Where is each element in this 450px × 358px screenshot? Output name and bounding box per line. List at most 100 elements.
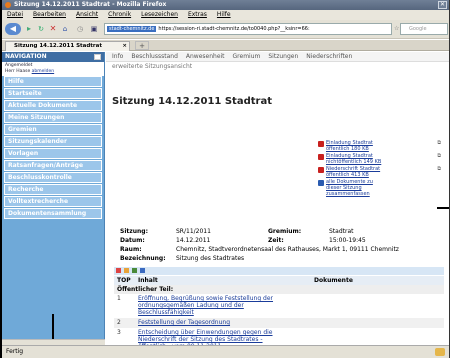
raum-label: Raum: <box>120 246 142 253</box>
sidebar-item-gremien[interactable]: Gremien <box>4 124 102 135</box>
agenda-link[interactable]: Eröffnung, Begrüßung sowie Feststellung … <box>138 295 278 316</box>
title-bar: Sitzung 14.12.2011 Stadtrat - Mozilla Fi… <box>2 0 449 10</box>
sidebar-item-vorlagen[interactable]: Vorlagen <box>4 148 102 159</box>
forward-button[interactable]: ▸ <box>24 23 34 35</box>
close-window-button[interactable]: ✕ <box>438 1 447 9</box>
tab-anwesenheit[interactable]: Anwesenheit <box>186 53 225 60</box>
sidebar-item-beschlusskontrolle[interactable]: Beschlusskontrolle <box>4 172 102 183</box>
search-input[interactable]: Google <box>400 23 448 35</box>
user-info: Angemeldet Herr Haase abmelden <box>2 62 104 76</box>
tab-bar: Sitzung 14.12.2011 Stadtrat × + <box>2 40 449 51</box>
tab-beschlussstand[interactable]: Beschlussstand <box>131 53 178 60</box>
pdf-icon <box>318 141 324 147</box>
sidebar-item-ratsanfragen[interactable]: Ratsanfragen/Anträge <box>4 160 102 171</box>
menu-lesezeichen[interactable]: Lesezeichen <box>141 11 178 18</box>
zeit-value: 15:00-19:45 <box>329 237 366 244</box>
document-size: öffentlich 413 KB <box>326 172 369 178</box>
navigation-toolbar: ◀ ▸ ↻ ✕ ⌂ ◷ ▣ stadt-chemnitz.de https://s… <box>2 20 449 39</box>
reload-button[interactable]: ↻ <box>36 23 46 35</box>
export-icon[interactable] <box>124 268 129 273</box>
addon-icon[interactable] <box>435 348 445 356</box>
document-list: ⧉ Einladung Stadtrat öffentlich 180 KB ⧉ Ei… <box>317 140 441 198</box>
history-icon[interactable]: ◷ <box>74 23 86 35</box>
sidebar-toggle-button[interactable] <box>94 54 101 60</box>
sidebar-item-startseite[interactable]: Startseite <box>4 88 102 99</box>
sidebar-item-sitzungskalender[interactable]: Sitzungskalender <box>4 136 102 147</box>
page-content: NAVIGATION Angemeldet Herr Haase abmelde… <box>2 52 449 352</box>
star-icon[interactable]: ☆ <box>394 23 399 35</box>
logout-link[interactable]: abmelden <box>32 69 55 74</box>
tab-sitzung[interactable]: Sitzung 14.12.2011 Stadtrat × <box>5 41 130 51</box>
tab-sitzungen[interactable]: Sitzungen <box>268 53 298 60</box>
excel-icon[interactable] <box>132 268 137 273</box>
menu-bar: Datei Bearbeiten Ansicht Chronik Lesezeichen… <box>2 10 449 20</box>
tab-niederschriften[interactable]: Niederschriften <box>306 53 352 60</box>
menu-hilfe[interactable]: Hilfe <box>217 11 231 18</box>
document-link[interactable]: ⧉ Einladung Stadtrat öffentlich 180 KB <box>317 140 441 152</box>
merge-documents-link[interactable]: alle Dokumente zu dieser Sitzung zusammenf… <box>317 179 437 197</box>
home-button[interactable]: ⌂ <box>60 23 70 35</box>
merge-line3: zusammenfassen <box>326 191 370 197</box>
datum-label: Datum: <box>120 237 145 244</box>
menu-datei[interactable]: Datei <box>7 11 23 18</box>
zeit-label: Zeit: <box>268 237 284 244</box>
url-text: https://session-ri.stadt-chemnitz.de/to0… <box>158 26 310 32</box>
address-bar[interactable]: stadt-chemnitz.de https://session-ri.stad… <box>104 23 392 35</box>
sidebar-header: NAVIGATION <box>2 52 104 62</box>
menu-chronik[interactable]: Chronik <box>108 11 131 18</box>
session-info: Sitzung: SR/11/2011 Gremium: Stadtrat Datum… <box>120 227 440 263</box>
word-icon[interactable] <box>140 268 145 273</box>
external-link-icon[interactable]: ⧉ <box>437 166 441 172</box>
tab-title: Sitzung 14.12.2011 Stadtrat <box>14 43 102 49</box>
status-text: Fertig <box>6 348 24 355</box>
stop-button[interactable]: ✕ <box>48 23 58 35</box>
sidebar-item-volltextrecherche[interactable]: Volltextrecherche <box>4 196 102 207</box>
col-inhalt: Inhalt <box>138 277 158 284</box>
page-title: Sitzung 14.12.2011 Stadtrat <box>112 96 272 107</box>
extended-view-link[interactable]: erweiterte Sitzungsansicht <box>106 62 449 72</box>
user-name: Herr Haase <box>5 69 31 74</box>
scroll-marker <box>437 207 449 209</box>
pdf-icon <box>318 154 324 160</box>
firefox-icon <box>5 2 11 8</box>
agenda-link[interactable]: Feststellung der Tagesordnung <box>138 319 278 326</box>
agenda-header: TOP Inhalt Dokumente <box>114 276 444 285</box>
external-link-icon[interactable]: ⧉ <box>437 153 441 159</box>
col-dokumente: Dokumente <box>314 277 353 284</box>
sidebar-title: NAVIGATION <box>5 53 47 60</box>
col-top: TOP <box>117 277 131 284</box>
site-identity-label[interactable]: stadt-chemnitz.de <box>107 26 157 32</box>
tab-close-icon[interactable]: × <box>122 42 127 51</box>
sitzung-value: SR/11/2011 <box>176 228 211 235</box>
tab-info[interactable]: Info <box>112 53 123 60</box>
sidebar: NAVIGATION Angemeldet Herr Haase abmelde… <box>2 52 105 343</box>
document-size: öffentlich 180 KB <box>326 146 369 152</box>
sidebar-item-aktuelle-dokumente[interactable]: Aktuelle Dokumente <box>4 100 102 111</box>
menu-extras[interactable]: Extras <box>188 11 207 18</box>
back-button[interactable]: ◀ <box>5 23 21 35</box>
sidebar-item-recherche[interactable]: Recherche <box>4 184 102 195</box>
table-row: 2 Feststellung der Tagesordnung <box>114 318 444 328</box>
print-icon[interactable] <box>116 268 121 273</box>
sidebar-item-hilfe[interactable]: Hilfe <box>4 76 102 87</box>
document-link[interactable]: ⧉ Niederschrift Stadtrat öffentlich 413 KB <box>317 166 441 178</box>
menu-ansicht[interactable]: Ansicht <box>76 11 98 18</box>
new-tab-button[interactable]: + <box>135 41 149 50</box>
pdf-icon <box>318 167 324 173</box>
bezeichnung-value: Sitzung des Stadtrates <box>176 255 245 262</box>
menu-bearbeiten[interactable]: Bearbeiten <box>33 11 66 18</box>
tab-gremium[interactable]: Gremium <box>233 53 261 60</box>
browser-window: Sitzung 14.12.2011 Stadtrat - Mozilla Fi… <box>0 0 450 358</box>
document-link[interactable]: ⧉ Einladung Stadtrat nichtöffentlich 149 K… <box>317 153 441 165</box>
sidebar-item-dokumentensammlung[interactable]: Dokumentensammlung <box>4 208 102 219</box>
bookmark-icon[interactable]: ▣ <box>88 23 100 35</box>
agenda-section: Öffentlicher Teil: <box>114 285 444 294</box>
sidebar-item-meine-sitzungen[interactable]: Meine Sitzungen <box>4 112 102 123</box>
datum-value: 14.12.2011 <box>176 237 211 244</box>
table-row: 1 Eröffnung, Begrüßung sowie Feststellung… <box>114 294 444 318</box>
external-link-icon[interactable]: ⧉ <box>437 140 441 146</box>
gremium-value: Stadtrat <box>329 228 354 235</box>
agenda-number: 3 <box>117 329 121 336</box>
agenda-number: 2 <box>117 319 121 326</box>
raum-value: Chemnitz, Stadtverordnetensaal des Ratha… <box>176 246 399 253</box>
